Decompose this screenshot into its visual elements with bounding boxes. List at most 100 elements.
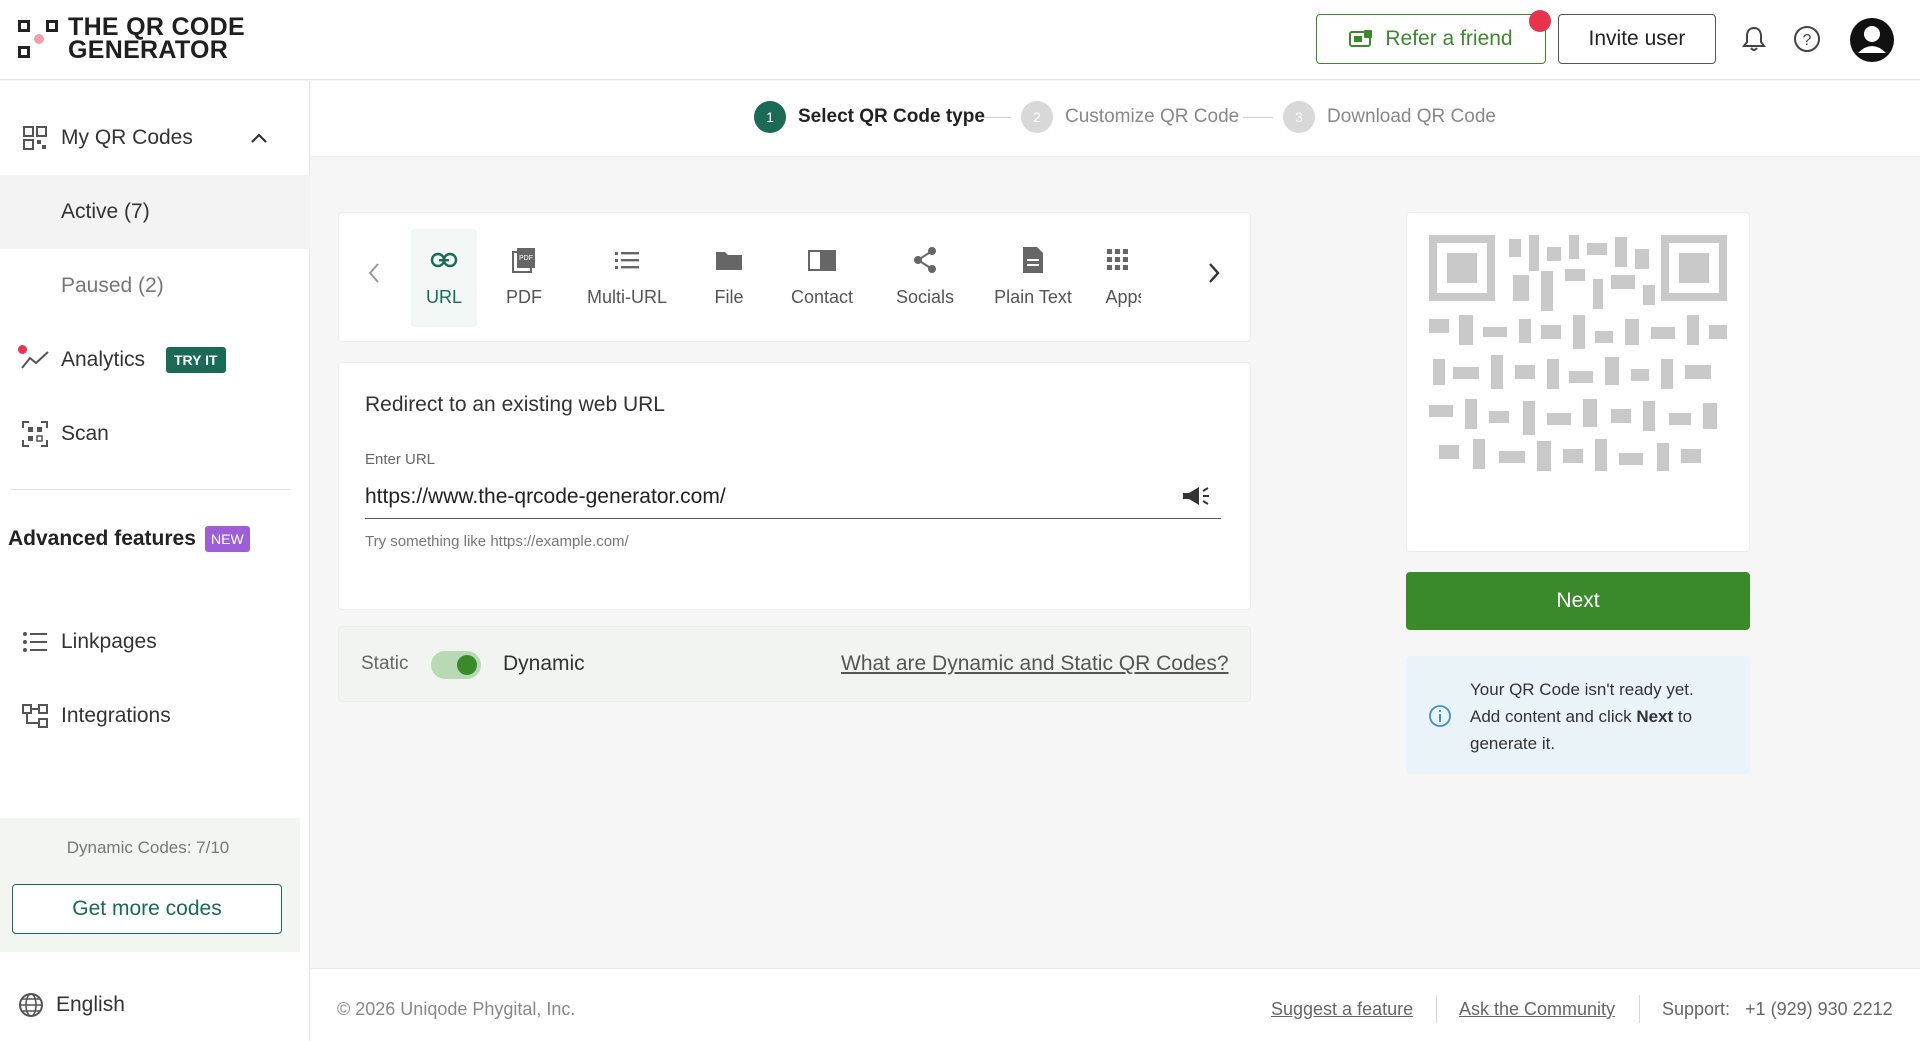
ask-community-link[interactable]: Ask the Community — [1459, 999, 1615, 1020]
tab-label: File — [714, 287, 744, 307]
step-connector — [1243, 117, 1273, 118]
qr-type-selector: URL PDF PDF Multi-URL File Contact Socia… — [338, 212, 1251, 342]
info-message: Your QR Code isn't ready yet. Add conten… — [1470, 676, 1734, 757]
info-line-1: Your QR Code isn't ready yet. — [1470, 680, 1694, 699]
advanced-features-heading: Advanced features — [8, 527, 196, 550]
info-line-2: Add content and click — [1470, 707, 1637, 726]
new-badge: NEW — [205, 526, 250, 552]
url-input[interactable] — [365, 475, 1221, 519]
tab-multi-url[interactable]: Multi-URL — [571, 229, 683, 327]
step-number: 1 — [754, 101, 786, 133]
tab-label: Socials — [895, 287, 955, 307]
contact-book-icon — [807, 245, 837, 275]
tab-label: Contact — [790, 287, 854, 307]
info-bold-next: Next — [1636, 707, 1674, 726]
steps-bar: 1 Select QR Code type 2 Customize QR Cod… — [311, 81, 1920, 157]
tab-pdf[interactable]: PDF PDF — [489, 229, 559, 327]
language-selector[interactable]: English — [18, 992, 125, 1018]
refer-friend-label: Refer a friend — [1385, 27, 1513, 50]
scan-icon — [20, 419, 50, 449]
dynamic-label: Dynamic — [503, 652, 585, 675]
bell-icon[interactable] — [1737, 22, 1771, 56]
sidebar-item-label: Linkpages — [61, 630, 157, 653]
info-icon — [1428, 704, 1452, 733]
static-dynamic-toggle[interactable] — [431, 651, 481, 679]
sidebar-item-label: Active (7) — [61, 200, 150, 223]
folder-icon — [714, 245, 744, 275]
next-button[interactable]: Next — [1406, 572, 1750, 630]
tab-apps[interactable]: Apps — [1095, 229, 1141, 327]
chevron-left-icon — [368, 263, 379, 283]
sidebar-item-active[interactable]: Active (7) — [0, 175, 310, 249]
tab-contact[interactable]: Contact — [777, 229, 867, 327]
qr-logo-icon — [18, 18, 60, 60]
grid-icon — [20, 123, 50, 153]
sidebar-item-label: My QR Codes — [61, 126, 193, 149]
url-hint: Try something like https://example.com/ — [365, 533, 629, 550]
step-download: 3 Download QR Code — [1283, 101, 1496, 133]
tab-file[interactable]: File — [694, 229, 764, 327]
link-icon — [429, 245, 459, 275]
static-label: Static — [361, 653, 409, 674]
logo[interactable]: THE QR CODE GENERATOR — [18, 15, 245, 63]
try-it-badge: TRY IT — [166, 347, 226, 373]
notification-dot — [1529, 10, 1551, 32]
sidebar-item-my-qr-codes[interactable]: My QR Codes — [0, 101, 310, 175]
dynamic-static-info-link[interactable]: What are Dynamic and Static QR Codes? — [841, 652, 1229, 676]
sidebar-item-scan[interactable]: Scan — [0, 397, 310, 471]
tab-label: Plain Text — [994, 287, 1072, 307]
sidebar-item-integrations[interactable]: Integrations — [0, 679, 310, 753]
qr-placeholder-image — [1429, 235, 1727, 471]
svg-text:PDF: PDF — [519, 255, 533, 262]
list-icon — [20, 627, 50, 657]
support-phone: Support: +1 (929) 930 2212 — [1662, 999, 1893, 1019]
sidebar-item-label: Scan — [61, 422, 109, 445]
tab-socials[interactable]: Socials — [879, 229, 971, 327]
svg-text:?: ? — [1803, 32, 1812, 49]
sidebar-item-label: Paused (2) — [61, 274, 164, 297]
pdf-icon: PDF — [509, 245, 539, 275]
scroll-right-button[interactable] — [1199, 253, 1229, 293]
scroll-left-button[interactable] — [359, 253, 389, 293]
step-label: Select QR Code type — [798, 106, 985, 127]
step-customize: 2 Customize QR Code — [1021, 101, 1239, 133]
get-more-codes-button[interactable]: Get more codes — [12, 884, 282, 934]
copyright: © 2026 Uniqode Phygital, Inc. — [337, 999, 576, 1019]
gift-card-icon — [1349, 30, 1373, 47]
url-field-label: Enter URL — [365, 451, 436, 468]
sidebar-item-label: Analytics — [61, 348, 146, 371]
language-label: English — [56, 993, 125, 1016]
share-icon — [910, 245, 940, 275]
sidebar-item-linkpages[interactable]: Linkpages — [0, 605, 310, 679]
help-icon[interactable]: ? — [1790, 22, 1824, 56]
sidebar-item-analytics[interactable]: Analytics TRY IT — [0, 323, 310, 397]
dynamic-codes-count: Dynamic Codes: 7/10 — [66, 838, 230, 857]
step-label: Download QR Code — [1327, 106, 1496, 127]
tab-label: Multi-URL — [586, 287, 667, 307]
logo-text: THE QR CODE GENERATOR — [68, 15, 245, 63]
globe-icon — [19, 993, 43, 1017]
footer-divider — [1436, 995, 1437, 1023]
refer-friend-button[interactable]: Refer a friend — [1316, 14, 1546, 64]
url-form-title: Redirect to an existing web URL — [365, 393, 665, 416]
sidebar-item-label: Integrations — [61, 704, 171, 727]
sidebar-item-paused[interactable]: Paused (2) — [0, 249, 310, 323]
document-icon — [1018, 245, 1048, 275]
tab-label: PDF — [506, 287, 542, 307]
qr-preview — [1406, 212, 1750, 552]
invite-user-button[interactable]: Invite user — [1558, 14, 1716, 64]
notification-dot — [18, 345, 27, 354]
suggest-feature-link[interactable]: Suggest a feature — [1271, 999, 1413, 1020]
megaphone-icon[interactable] — [1181, 485, 1211, 512]
step-connector — [981, 117, 1011, 118]
tab-url[interactable]: URL — [411, 229, 477, 327]
integrations-icon — [20, 701, 50, 731]
static-dynamic-toggle-bar: Static Dynamic What are Dynamic and Stat… — [338, 626, 1251, 702]
step-number: 3 — [1283, 101, 1315, 133]
chevron-up-icon[interactable] — [250, 126, 268, 150]
avatar[interactable] — [1848, 16, 1896, 64]
footer-divider — [1639, 995, 1640, 1023]
tab-plain-text[interactable]: Plain Text — [983, 229, 1083, 327]
chevron-right-icon — [1209, 263, 1220, 283]
qr-not-ready-info: Your QR Code isn't ready yet. Add conten… — [1406, 656, 1750, 774]
